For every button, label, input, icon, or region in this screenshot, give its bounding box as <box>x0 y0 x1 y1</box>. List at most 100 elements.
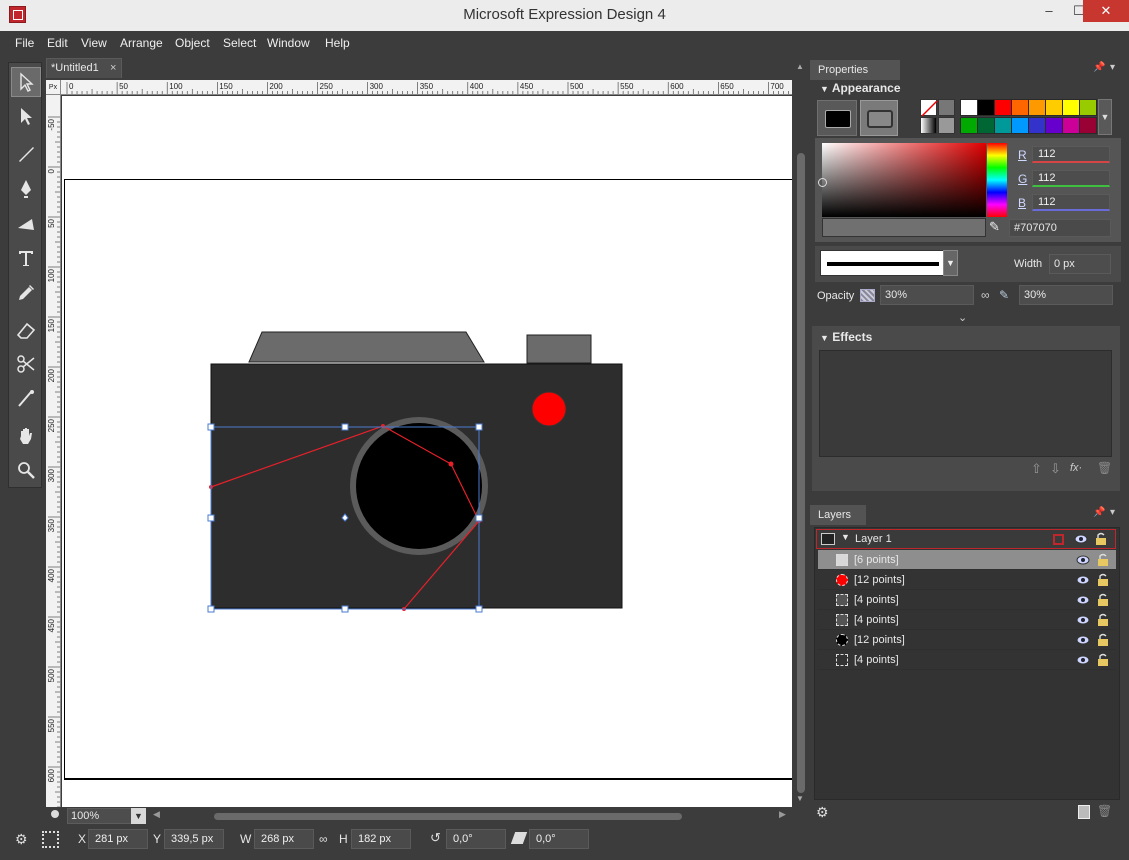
stroke-width-field[interactable]: 0 px <box>1049 254 1111 274</box>
skew-field[interactable]: 0,0° <box>529 829 589 849</box>
palette-swatch[interactable] <box>1011 99 1029 116</box>
text-tool-icon[interactable] <box>11 243 41 273</box>
lock-icon[interactable] <box>1096 633 1110 647</box>
layer-name[interactable]: Layer 1 <box>855 533 892 545</box>
visibility-eye-icon[interactable] <box>1076 633 1090 647</box>
layer-object-row[interactable]: [12 points] <box>818 630 1116 650</box>
link-icon[interactable]: ∞ <box>319 832 328 846</box>
object-name[interactable]: [6 points] <box>854 550 899 570</box>
zoom-dot-icon[interactable] <box>51 810 59 818</box>
vertical-scroll-thumb[interactable] <box>797 153 805 793</box>
fill-selector[interactable] <box>817 100 857 136</box>
layers-panel-tab[interactable]: Layers <box>810 505 866 525</box>
gradient-tool-icon[interactable] <box>11 383 41 413</box>
brush-tool-icon[interactable] <box>11 139 41 169</box>
palette-swatch[interactable] <box>960 117 978 134</box>
scroll-down-icon[interactable]: ▼ <box>796 794 804 803</box>
add-effect-icon[interactable]: fx· <box>1070 462 1082 474</box>
document-tab[interactable]: *Untitled1 × <box>46 58 122 78</box>
menu-object[interactable]: Object <box>175 36 210 50</box>
layers-settings-icon[interactable]: ⚙ <box>816 804 829 821</box>
eraser-tool-icon[interactable] <box>11 315 41 345</box>
camera-viewfinder[interactable] <box>526 334 592 364</box>
path-anchor-point[interactable] <box>448 461 454 467</box>
visibility-eye-icon[interactable] <box>1076 553 1090 567</box>
visibility-eye-icon[interactable] <box>1076 593 1090 607</box>
palette-swatch[interactable] <box>1045 117 1063 134</box>
menu-view[interactable]: View <box>81 36 107 50</box>
eyedropper-icon[interactable]: ✎ <box>989 219 1000 235</box>
palette-swatch[interactable] <box>1028 117 1046 134</box>
y-field[interactable]: 339,5 px <box>164 829 224 849</box>
direct-selection-tool-icon[interactable] <box>11 101 41 131</box>
palette-swatch[interactable] <box>977 99 995 116</box>
scroll-up-icon[interactable]: ▲ <box>796 62 804 71</box>
selection-tool-icon[interactable] <box>11 67 41 97</box>
object-name[interactable]: [12 points] <box>854 630 905 650</box>
ruler-unit[interactable]: Px <box>46 80 61 95</box>
no-fill-swatch[interactable] <box>920 99 938 117</box>
layer-row[interactable]: ▼ Layer 1 <box>816 529 1116 549</box>
fill-opacity-field[interactable]: 30% <box>880 285 974 305</box>
resize-handle-bottom-right[interactable] <box>475 605 483 613</box>
palette-swatch[interactable] <box>1079 117 1097 134</box>
panel-menu-icon[interactable]: ▾ <box>1110 507 1115 518</box>
resize-handle-top-right[interactable] <box>475 423 483 431</box>
visibility-eye-icon[interactable] <box>1076 573 1090 587</box>
shape-tool-icon[interactable] <box>11 209 41 239</box>
menu-help[interactable]: Help <box>325 36 350 50</box>
resize-handle-left[interactable] <box>207 514 215 522</box>
r-field[interactable]: 112 <box>1032 146 1110 163</box>
palette-swatch[interactable] <box>1011 117 1029 134</box>
layer-object-row[interactable]: [6 points] <box>818 550 1116 570</box>
horizontal-scroll-thumb[interactable] <box>214 813 682 820</box>
menu-file[interactable]: File <box>15 36 34 50</box>
layer-visibility-eye-icon[interactable] <box>1074 532 1088 549</box>
camera-lens[interactable] <box>356 423 482 549</box>
tab-close-icon[interactable]: × <box>110 62 116 74</box>
lock-icon[interactable] <box>1096 613 1110 627</box>
expand-more-icon[interactable]: ⌄ <box>958 311 967 324</box>
g-field[interactable]: 112 <box>1032 170 1110 187</box>
reference-point-icon[interactable] <box>42 831 59 848</box>
layer-color-icon[interactable] <box>1053 534 1064 545</box>
layer-object-row[interactable]: [4 points] <box>818 650 1116 670</box>
appearance-header[interactable]: ▼ Appearance <box>820 81 901 95</box>
effects-list[interactable] <box>819 350 1112 457</box>
layer-object-row[interactable]: [4 points] <box>818 610 1116 630</box>
stroke-style-dropdown-icon[interactable]: ▼ <box>943 250 958 276</box>
lock-icon[interactable] <box>1096 573 1110 587</box>
zoom-tool-icon[interactable] <box>11 455 41 485</box>
lock-icon[interactable] <box>1096 593 1110 607</box>
lock-icon[interactable] <box>1096 553 1110 567</box>
object-name[interactable]: [4 points] <box>854 590 899 610</box>
vertical-scrollbar[interactable]: ▲ ▼ <box>794 58 808 808</box>
camera-top-bump[interactable] <box>248 331 485 363</box>
palette-swatch[interactable] <box>1045 99 1063 116</box>
palette-swatch[interactable] <box>1079 99 1097 116</box>
color-picker-cursor[interactable] <box>818 178 827 187</box>
expand-layer-icon[interactable]: ▼ <box>841 532 850 542</box>
close-button[interactable]: ✕ <box>1083 0 1129 22</box>
object-name[interactable]: [4 points] <box>854 610 899 630</box>
resize-handle-right[interactable] <box>475 514 483 522</box>
zoom-input[interactable]: 100% <box>67 808 133 824</box>
pattern-swatch[interactable] <box>938 117 955 134</box>
gray-swatch[interactable] <box>938 99 955 116</box>
gradient-swatch[interactable] <box>920 117 937 134</box>
rotation-field[interactable]: 0,0° <box>446 829 506 849</box>
palette-swatch[interactable] <box>1062 117 1080 134</box>
palette-swatch[interactable] <box>994 99 1012 116</box>
pin-icon[interactable]: 📌 <box>1093 62 1105 73</box>
resize-handle-top[interactable] <box>341 423 349 431</box>
hand-tool-icon[interactable] <box>11 421 41 451</box>
layer-object-row[interactable]: [4 points] <box>818 590 1116 610</box>
palette-swatch[interactable] <box>994 117 1012 134</box>
object-name[interactable]: [12 points] <box>854 570 905 590</box>
menu-arrange[interactable]: Arrange <box>120 36 163 50</box>
pin-icon[interactable]: 📌 <box>1093 507 1105 518</box>
hex-color-field[interactable]: #707070 <box>1009 219 1111 237</box>
object-name[interactable]: [4 points] <box>854 650 899 670</box>
stroke-selector[interactable] <box>860 100 898 136</box>
gradient-swatches[interactable] <box>920 99 956 135</box>
